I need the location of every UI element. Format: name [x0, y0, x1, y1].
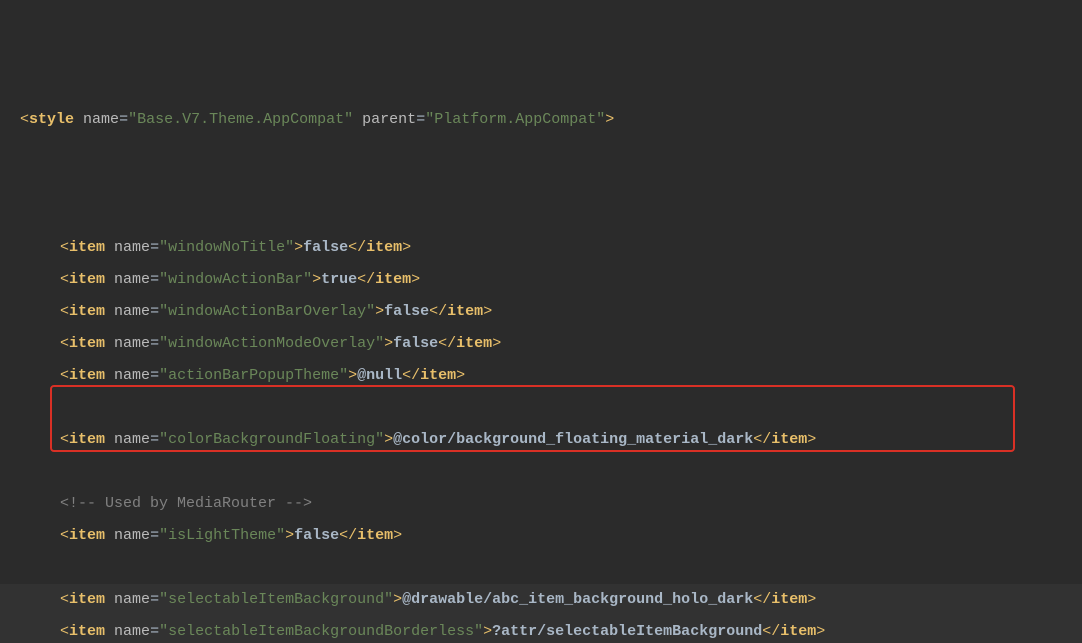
code-editor[interactable]: <style name="Base.V7.Theme.AppCompat" pa… [0, 0, 1082, 643]
code-line: <item name="isLightTheme">false</item> [0, 520, 1082, 552]
code-line: <item name="actionBarPopupTheme">@null</… [0, 360, 1082, 392]
code-line [0, 552, 1082, 584]
code-line: <style name="Base.V7.Theme.AppCompat" pa… [0, 104, 1082, 136]
code-line: <!-- Used by MediaRouter --> [0, 488, 1082, 520]
code-line [0, 392, 1082, 424]
code-line [0, 456, 1082, 488]
code-line: <item name="windowNoTitle">false</item> [0, 232, 1082, 264]
code-line: <item name="windowActionBar">true</item> [0, 264, 1082, 296]
code-line: <item name="colorBackgroundFloating">@co… [0, 424, 1082, 456]
code-line: <item name="windowActionModeOverlay">fal… [0, 328, 1082, 360]
code-line: <item name="selectableItemBackgroundBord… [0, 616, 1082, 643]
code-line: <item name="selectableItemBackground">@d… [0, 584, 1082, 616]
code-line: <item name="windowActionBarOverlay">fals… [0, 296, 1082, 328]
